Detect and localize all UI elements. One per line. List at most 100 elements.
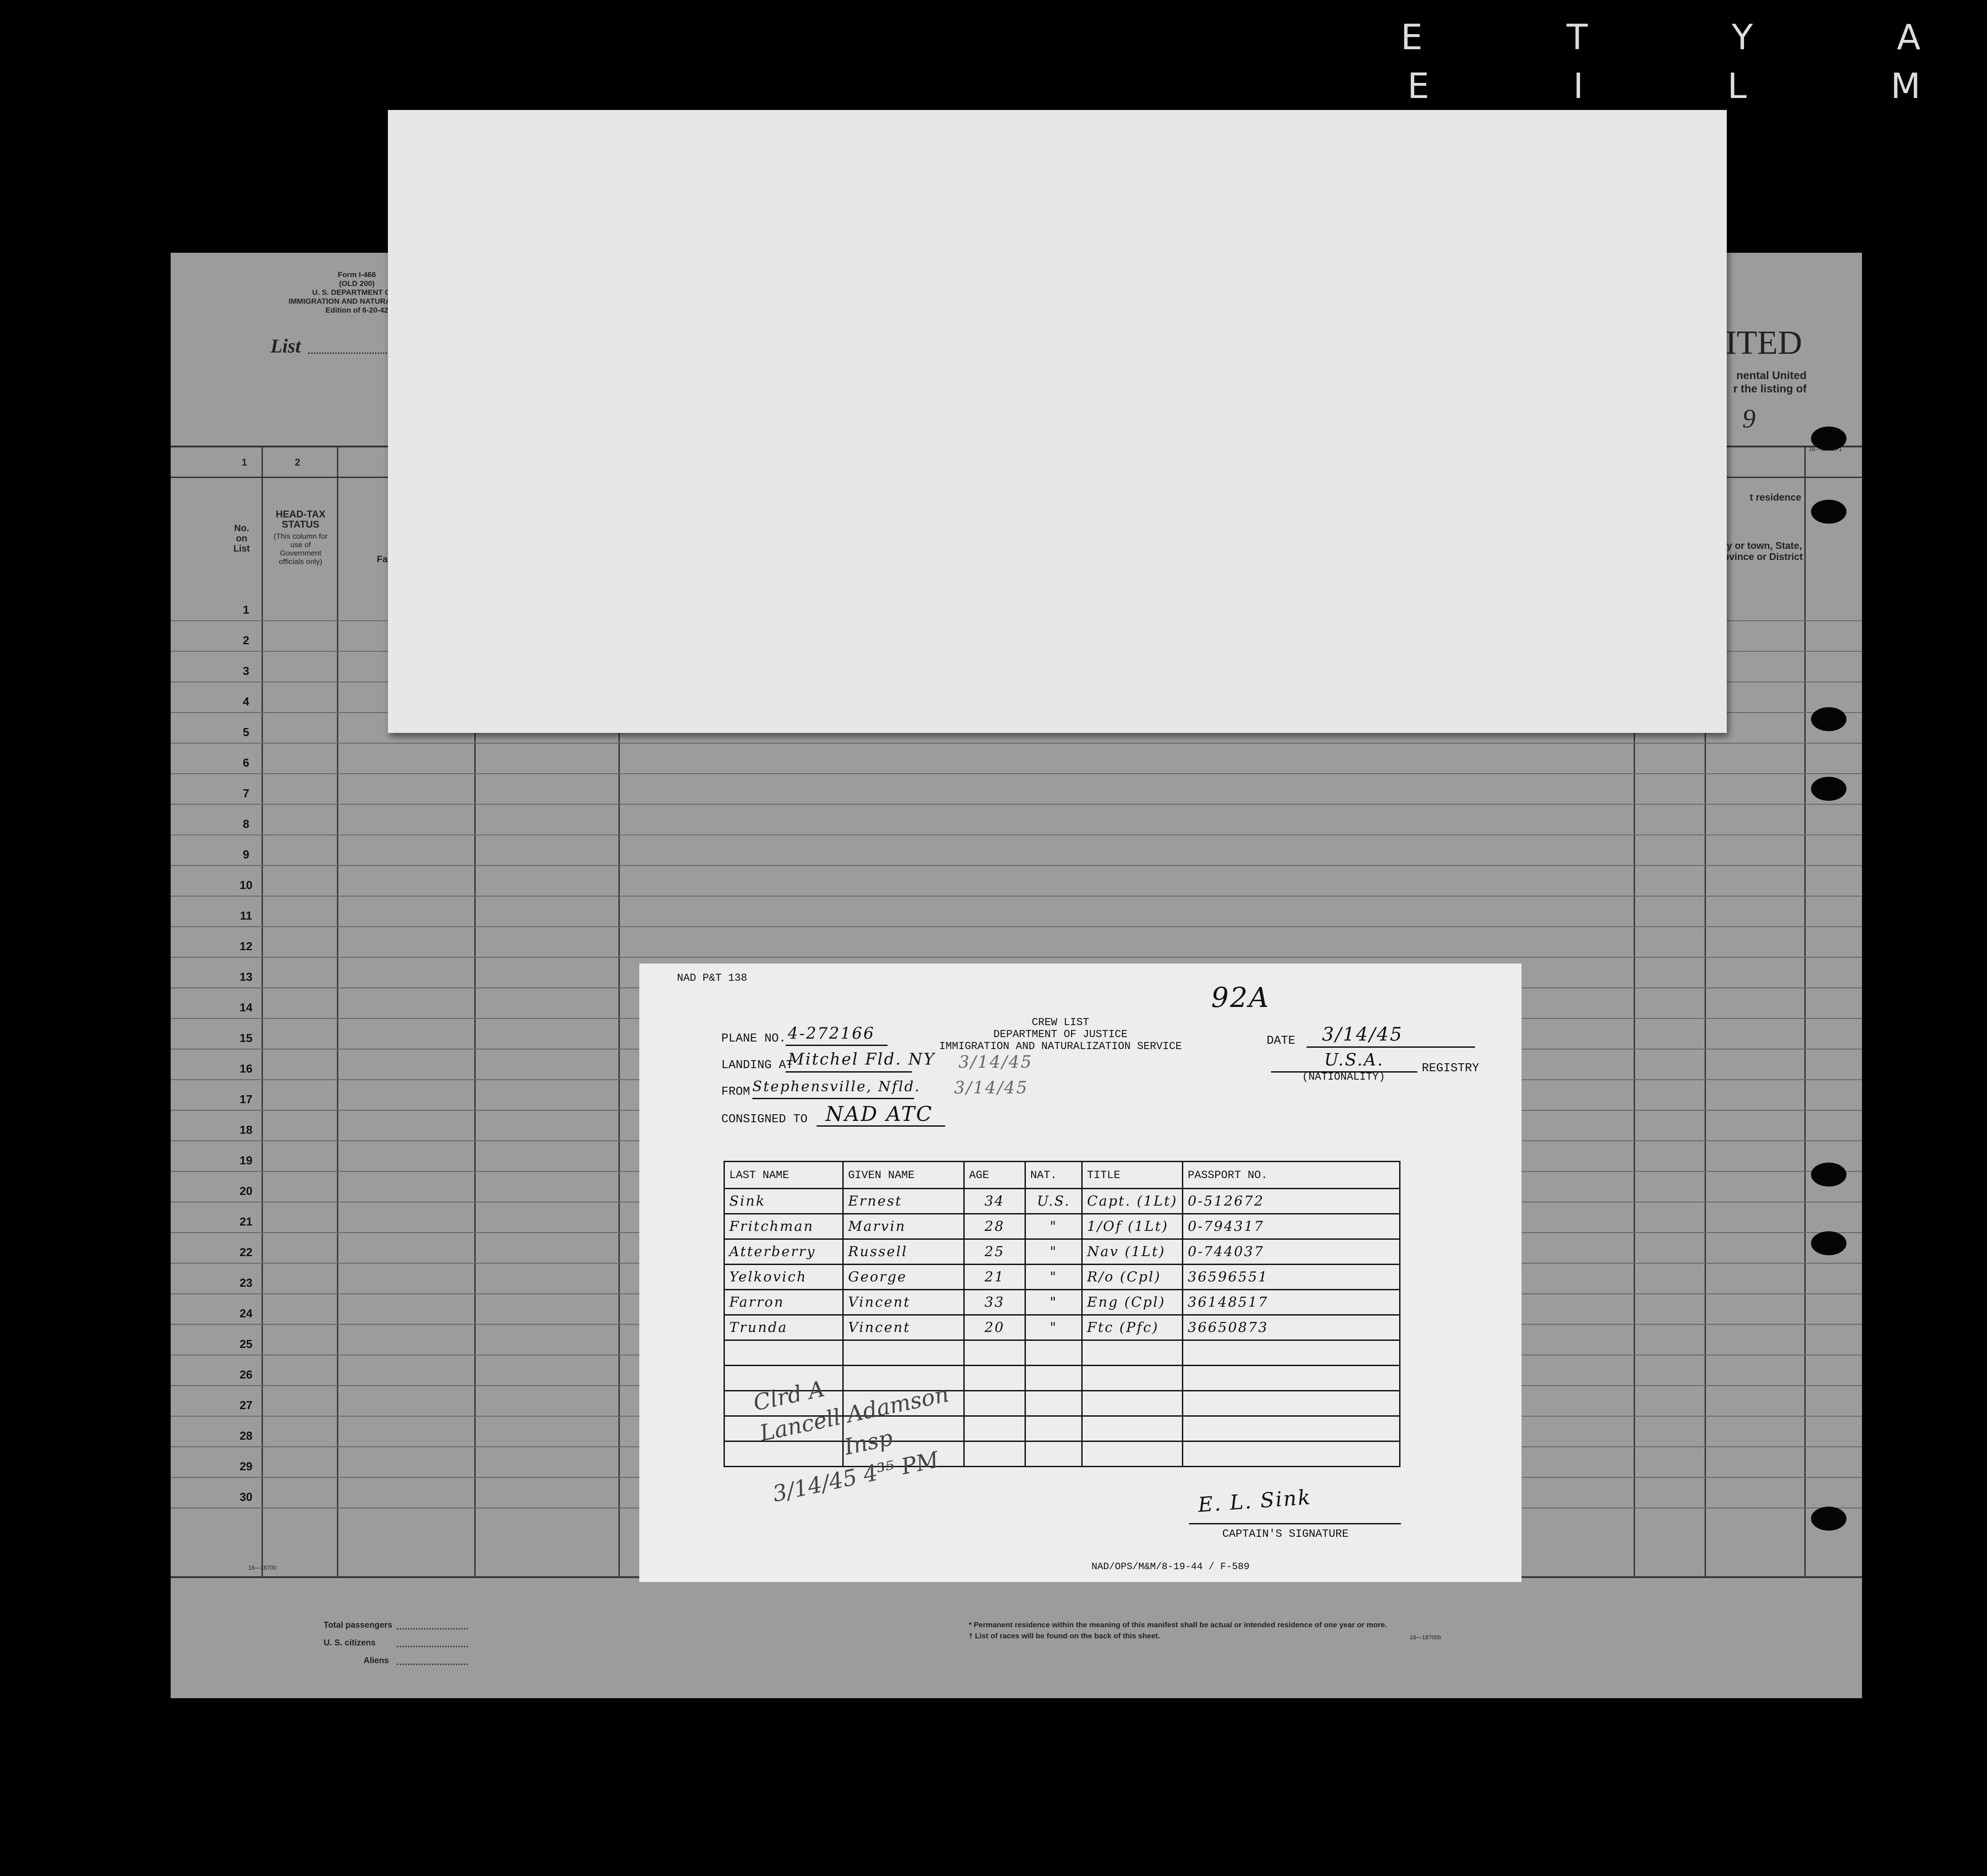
cell-last-name: Farron [724,1289,844,1316]
cell-given-name: Marvin [842,1213,965,1240]
cell-passport: 36650873 [1182,1314,1400,1341]
cell-last-name: Atterberry [724,1238,844,1265]
plane-underline [786,1045,888,1046]
cell-age: 25 [963,1238,1026,1265]
date-label: DATE [1267,1034,1295,1048]
col-head-tax-sub: (This column for use of Government offic… [274,532,328,566]
punch-hole [1811,1163,1846,1187]
row-number: 16 [239,1062,253,1075]
cell-title: Eng (Cpl) [1081,1289,1184,1316]
date-underline [1306,1046,1475,1048]
punch-hole [1811,777,1846,801]
card-header-line: DEPARTMENT OF JUSTICE [993,1029,1128,1041]
aliens-line [397,1664,468,1665]
cell-title: Ftc (Pfc) [1081,1314,1184,1341]
landing-label: LANDING AT [721,1059,794,1072]
row-number: 7 [243,787,250,800]
row-number: 17 [239,1093,253,1106]
cell-last-name: Fritchman [724,1213,844,1240]
cell-given-name: Vincent [842,1314,965,1341]
row-number: 5 [243,725,250,739]
row-number: 21 [239,1215,253,1228]
column-number: 2 [295,457,301,468]
sheet-form-code: 16—18700 [248,1564,277,1571]
cell-nat: " [1025,1238,1083,1265]
table-row: 8 [171,804,1862,835]
consigned-to: NAD ATC [825,1102,933,1126]
landing-date: 3/14/45 [958,1052,1033,1072]
table-row: 6 [171,743,1862,774]
punch-hole [1811,427,1846,450]
table-row: Farron Vincent 33 " Eng (Cpl) 36148517 [724,1289,1400,1316]
row-number: 23 [239,1276,253,1289]
row-number: 12 [239,940,253,953]
cell-passport: 36596551 [1182,1264,1400,1290]
crew-list-card: NAD P&T 138 92A CREW LIST DEPARTMENT OF … [639,963,1522,1582]
row-number: 9 [243,848,250,861]
cell-last-name: Trunda [724,1314,844,1341]
row-number: 27 [239,1398,253,1412]
card-footer-code: NAD/OPS/M&M/8-19-44 / F-589 [1091,1561,1250,1572]
cell-last-name: Yelkovich [724,1264,844,1290]
cell-age: 34 [963,1188,1026,1214]
cell-last-name: Sink [724,1188,844,1214]
row-number: 6 [243,756,250,769]
cell-age: 21 [963,1264,1026,1290]
cell-nat: " [1025,1289,1083,1316]
col-residence-head: t residence [1749,492,1802,503]
footnote-permanent-residence: * Permanent residence within the meaning… [969,1621,1387,1629]
punch-hole [1811,500,1846,524]
cell-title: R/o (Cpl) [1081,1264,1184,1290]
plane-number: 4-272166 [788,1025,875,1043]
row-number: 4 [243,695,250,708]
row-number: 26 [239,1368,253,1381]
row-number: 14 [239,1001,253,1014]
card-header: CREW LIST DEPARTMENT OF JUSTICE IMMIGRAT… [905,1017,1216,1053]
col-given-name: GIVEN NAME [842,1161,965,1189]
card-header-line: IMMIGRATION AND NATURALIZATION SERVICE [939,1041,1182,1053]
punch-hole [1811,1231,1846,1255]
col-head-tax-title: HEAD-TAX STATUS [275,509,326,530]
landing-at: Mitchel Fld. NY [788,1050,936,1069]
cell-age: 33 [963,1289,1026,1316]
col-nat: NAT. [1025,1161,1083,1189]
cell-passport: 0-512672 [1182,1188,1400,1214]
footnote-form-code: 16—18700b [1410,1634,1441,1641]
table-row: 7 [171,773,1862,805]
punch-hole [1811,1507,1846,1531]
from-underline [752,1098,914,1099]
blank-cover-paper [388,110,1727,733]
from-date: 3/14/45 [954,1078,1029,1097]
row-number: 15 [239,1031,253,1045]
row-number: 2 [243,634,250,647]
plane-label: PLANE NO. [721,1032,786,1046]
col-no-on-list-head: No. on List [233,523,250,554]
col-age: AGE [963,1161,1026,1189]
footnote-races: † List of races will be found on the bac… [969,1632,1160,1640]
from-label: FROM [721,1085,750,1099]
row-number: 3 [243,664,250,678]
list-label: List [270,335,301,357]
year-fragment: 9 [1742,404,1756,433]
table-row: Yelkovich George 21 " R/o (Cpl) 36596551 [724,1264,1400,1290]
cell-given-name: George [842,1264,965,1290]
cell-passport: 0-794317 [1182,1213,1400,1240]
col-passport: PASSPORT NO. [1182,1161,1400,1189]
consigned-underline [817,1125,945,1127]
table-row: 10 [171,865,1862,897]
column-number: 1 [242,457,247,468]
consigned-label: CONSIGNED TO [721,1113,808,1126]
table-row: 9 [171,834,1862,866]
col-last-name: LAST NAME [724,1161,844,1189]
nationality-value: U.S.A. [1324,1050,1384,1069]
us-citizens-label: U. S. citizens [324,1638,376,1648]
card-form-code: NAD P&T 138 [677,972,747,984]
row-number: 1 [243,603,250,616]
row-number: 18 [239,1123,253,1136]
row-number: 28 [239,1429,253,1442]
row-number: 30 [239,1490,253,1504]
cell-title: Capt. (1Lt) [1081,1188,1184,1214]
row-number: 11 [240,909,252,922]
cell-age: 28 [963,1213,1026,1240]
us-citizens-line [397,1646,468,1647]
